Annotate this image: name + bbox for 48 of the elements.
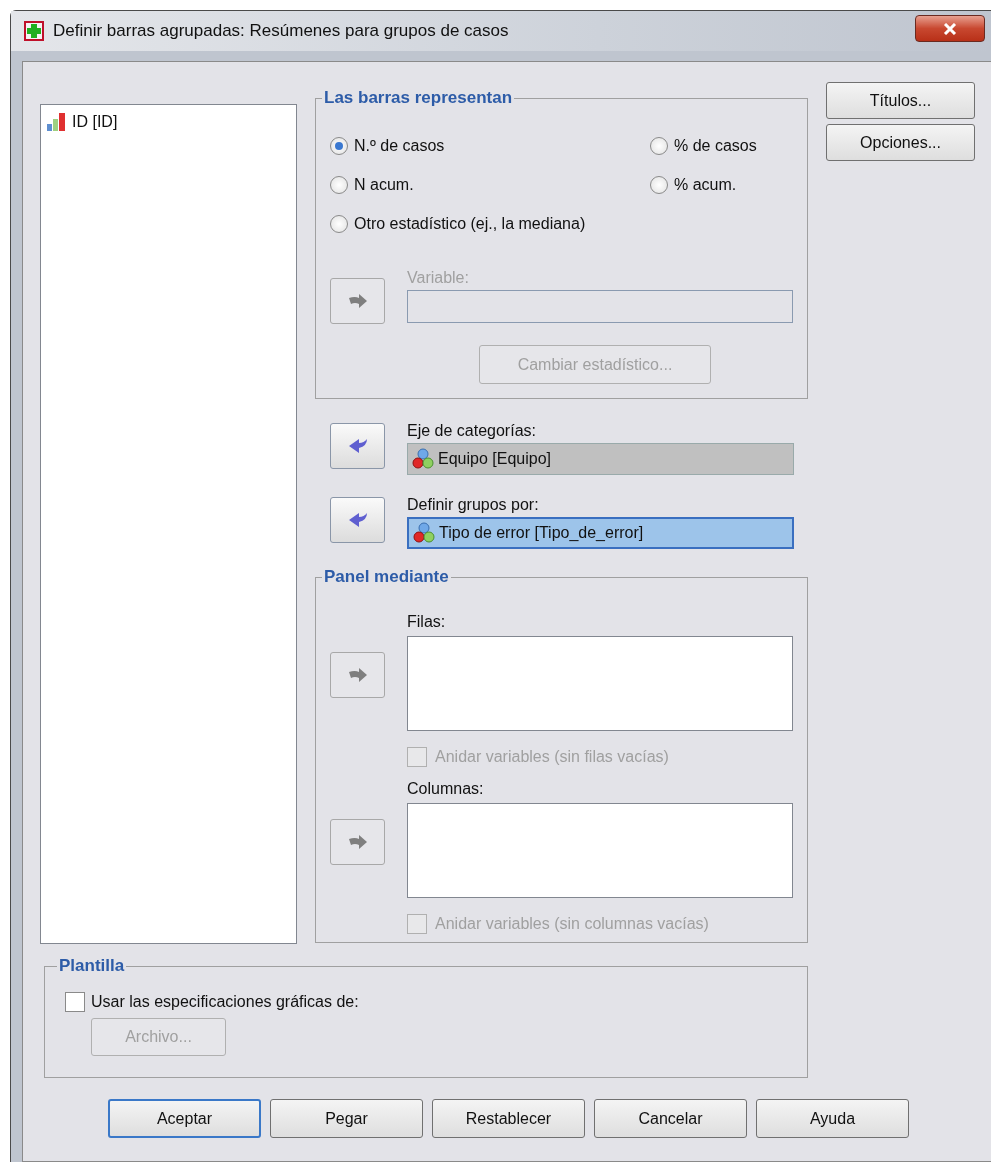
dialog-button[interactable]: Cancelar: [594, 1099, 747, 1138]
variable-field[interactable]: [407, 290, 793, 323]
group-legend: Plantilla: [57, 956, 127, 976]
move-arrow-button[interactable]: [330, 497, 385, 543]
variable-listbox[interactable]: [407, 803, 793, 898]
radio-icon[interactable]: [650, 176, 668, 194]
radio-icon[interactable]: [330, 215, 348, 233]
close-button[interactable]: [915, 15, 985, 42]
radio-option[interactable]: N.º de casos: [330, 132, 650, 160]
group-legend: Panel mediante: [322, 567, 451, 587]
field-label: Eje de categorías:: [407, 421, 537, 441]
radio-icon[interactable]: [330, 176, 348, 194]
dialog-button[interactable]: Restablecer: [432, 1099, 585, 1138]
radio-option[interactable]: % de casos: [650, 132, 793, 160]
arrow-icon: [346, 667, 369, 683]
close-icon: [943, 22, 957, 35]
dialog-button[interactable]: Títulos...: [826, 82, 975, 119]
field-value: Equipo [Equipo]: [438, 450, 551, 468]
field-label: Definir grupos por:: [407, 495, 540, 515]
scale-variable-icon: [46, 112, 68, 132]
dialog-button[interactable]: Opciones...: [826, 124, 975, 161]
variable-field[interactable]: Equipo [Equipo]: [407, 443, 794, 475]
nominal-variable-icon: [412, 448, 434, 470]
dialog-button[interactable]: Aceptar: [108, 1099, 261, 1138]
field-label: Filas:: [407, 612, 447, 632]
dialog-button[interactable]: Pegar: [270, 1099, 423, 1138]
checkbox-option[interactable]: Usar las especificaciones gráficas de:: [65, 992, 787, 1012]
radio-icon[interactable]: [650, 137, 668, 155]
field-label: Columnas:: [407, 779, 485, 799]
move-arrow-button[interactable]: [330, 423, 385, 469]
app-icon: [23, 20, 45, 42]
field-value: Tipo de error [Tipo_de_error]: [439, 524, 644, 542]
radio-option[interactable]: Otro estadístico (ej., la mediana): [330, 210, 793, 238]
dialog-button[interactable]: Ayuda: [756, 1099, 909, 1138]
field-label: Variable:: [407, 268, 470, 288]
variable-listbox[interactable]: [407, 636, 793, 731]
arrow-icon: [346, 834, 369, 850]
window-title: Definir barras agrupadas: Resúmenes para grupos de casos: [53, 21, 509, 41]
group-legend: Las barras representan: [322, 88, 515, 108]
checkbox[interactable]: [65, 992, 85, 1012]
variable-field[interactable]: Tipo de error [Tipo_de_error]: [407, 517, 794, 549]
arrow-icon: [346, 293, 369, 309]
radio-option[interactable]: % acum.: [650, 171, 793, 199]
variable-item[interactable]: ID [ID]: [44, 111, 293, 133]
nominal-variable-icon: [413, 522, 435, 544]
radio-icon[interactable]: [330, 137, 348, 155]
variable-label: ID [ID]: [72, 113, 118, 131]
radio-option[interactable]: N acum.: [330, 171, 650, 199]
